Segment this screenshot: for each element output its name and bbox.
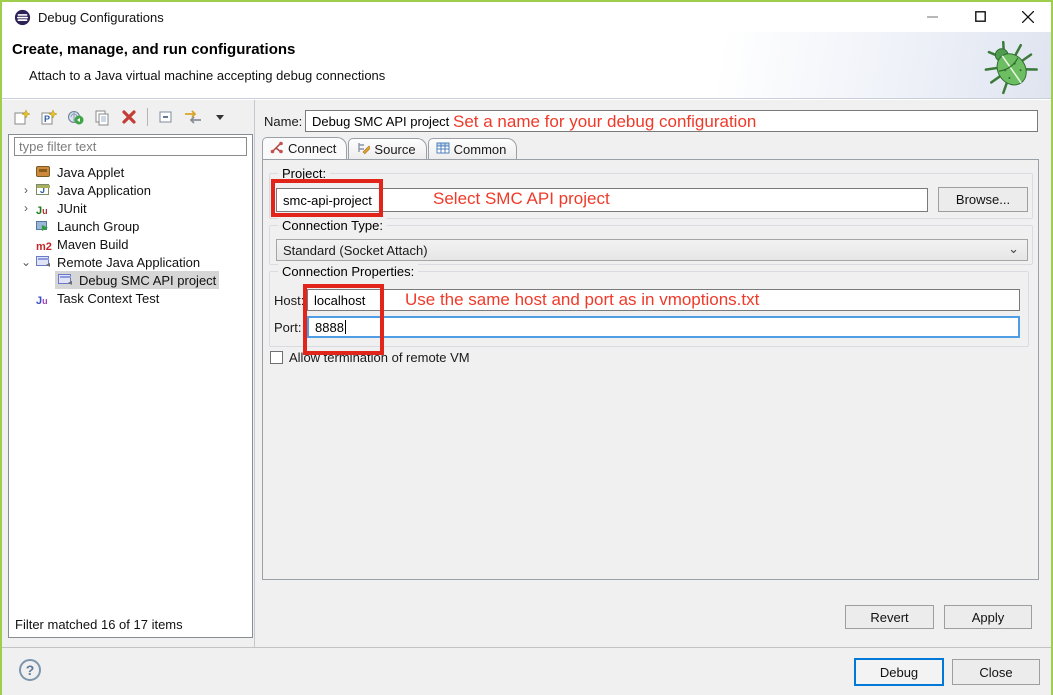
tab-bar: Connect Source Common [262, 138, 518, 159]
revert-button[interactable]: Revert [845, 605, 934, 629]
name-value: Debug SMC API project [312, 114, 449, 129]
close-button[interactable] [1006, 2, 1050, 32]
expander-icon[interactable]: ⌄ [19, 255, 33, 269]
java-application-icon: J [36, 184, 52, 197]
junit-icon: Ju [36, 202, 52, 215]
project-highlight-box [271, 179, 383, 217]
debug-button[interactable]: Debug [854, 658, 944, 686]
banner-subtitle: Attach to a Java virtual machine accepti… [29, 68, 385, 83]
source-icon [356, 141, 370, 157]
banner-title: Create, manage, and run configurations [12, 41, 295, 58]
panel-divider[interactable] [254, 100, 255, 647]
filter-input[interactable] [14, 137, 247, 156]
tab-common[interactable]: Common [428, 138, 518, 159]
duplicate-icon[interactable] [91, 106, 113, 128]
host-input[interactable]: localhost Use the same host and port as … [307, 289, 1020, 311]
port-label: Port: [274, 320, 301, 335]
tree-item-java-application[interactable]: › J Java Application [9, 181, 252, 199]
minimize-button[interactable] [910, 2, 954, 32]
dialog-button-bar: ? Debug Close [2, 647, 1051, 695]
tree-item-maven-build[interactable]: m2 Maven Build [9, 235, 252, 253]
main-area: P [2, 100, 1051, 647]
toolbar-separator [147, 108, 148, 126]
project-annotation: Select SMC API project [433, 189, 610, 209]
connection-type-select[interactable]: Standard (Socket Attach) ⌄ [276, 239, 1028, 261]
connection-properties-group-label: Connection Properties: [278, 264, 418, 279]
connect-icon [270, 141, 284, 157]
connection-type-value: Standard (Socket Attach) [283, 243, 428, 258]
maximize-button[interactable] [958, 2, 1002, 32]
debug-configurations-dialog: Debug Configurations Create, manage, and… [0, 0, 1053, 695]
tree-item-task-context-test[interactable]: Ju Task Context Test [9, 289, 252, 307]
export-icon[interactable] [64, 106, 86, 128]
new-configuration-icon[interactable] [10, 106, 32, 128]
port-input[interactable]: 8888 [307, 316, 1020, 338]
filter-icon[interactable] [182, 106, 204, 128]
header-banner: Create, manage, and run configurations A… [2, 32, 1051, 99]
name-input[interactable]: Debug SMC API project Set a name for you… [305, 110, 1038, 132]
close-dialog-button[interactable]: Close [952, 659, 1040, 685]
allow-termination-checkbox[interactable] [270, 351, 283, 364]
java-applet-icon [36, 166, 52, 179]
connect-tab-content: Project: smc-api-project Browse... Selec… [262, 159, 1039, 580]
browse-button[interactable]: Browse... [938, 187, 1028, 212]
configurations-tree-panel: Java Applet › J Java Application › Ju JU… [8, 134, 253, 638]
common-icon [436, 142, 450, 157]
project-group: Project: smc-api-project Browse... [269, 173, 1033, 219]
tree-item-remote-java-application[interactable]: ⌄ Remote Java Application [9, 253, 252, 271]
collapse-all-icon[interactable] [155, 106, 177, 128]
new-prototype-icon[interactable]: P [37, 106, 59, 128]
configurations-tree: Java Applet › J Java Application › Ju JU… [9, 163, 252, 307]
bug-icon [979, 34, 1041, 99]
tree-item-java-applet[interactable]: Java Applet [9, 163, 252, 181]
tab-connect[interactable]: Connect [262, 137, 347, 159]
connection-type-group-label: Connection Type: [278, 218, 387, 233]
name-annotation: Set a name for your debug configuration [453, 112, 756, 132]
configuration-editor: Name: Debug SMC API project Set a name f… [260, 100, 1047, 647]
host-port-annotation: Use the same host and port as in vmoptio… [405, 290, 759, 310]
host-port-highlight-box [303, 284, 384, 355]
toolbar-menu-chevron-icon[interactable] [209, 106, 231, 128]
task-context-test-icon: Ju [36, 292, 52, 305]
eclipse-logo-icon [14, 9, 31, 29]
expander-icon[interactable]: › [19, 183, 33, 197]
apply-button[interactable]: Apply [944, 605, 1032, 629]
tree-item-junit[interactable]: › Ju JUnit [9, 199, 252, 217]
sidebar: P [8, 100, 254, 647]
window-title: Debug Configurations [38, 10, 164, 25]
launch-group-icon [36, 220, 52, 233]
remote-java-icon [36, 256, 52, 269]
launch-toolbar: P [10, 105, 231, 129]
svg-text:P: P [44, 114, 50, 124]
expander-icon[interactable]: › [19, 201, 33, 215]
help-button[interactable]: ? [19, 659, 41, 681]
title-bar: Debug Configurations [2, 2, 1051, 32]
tab-source[interactable]: Source [348, 138, 426, 159]
chevron-down-icon: ⌄ [1008, 241, 1019, 257]
name-label: Name: [264, 114, 302, 129]
host-label: Host: [274, 293, 304, 308]
delete-icon[interactable] [118, 106, 140, 128]
maven-build-icon: m2 [36, 238, 52, 251]
remote-java-icon [58, 274, 74, 287]
question-mark-icon: ? [26, 662, 35, 678]
filter-status: Filter matched 16 of 17 items [15, 617, 183, 632]
tree-item-debug-smc-api-project[interactable]: Debug SMC API project [9, 271, 252, 289]
connection-type-group: Connection Type: Standard (Socket Attach… [269, 225, 1033, 265]
tree-item-launch-group[interactable]: Launch Group [9, 217, 252, 235]
